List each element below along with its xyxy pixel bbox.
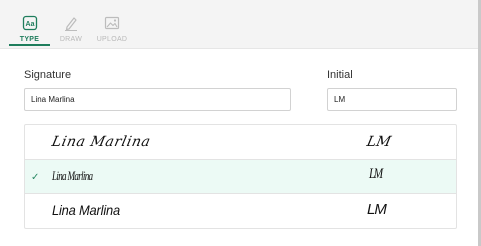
initial-preview: LM <box>369 166 383 182</box>
tab-upload-label: UPLOAD <box>96 36 128 43</box>
type-text-icon: Aa <box>22 15 38 31</box>
initial-preview: LM <box>365 134 393 150</box>
checkmark-icon: ✓ <box>31 172 40 183</box>
active-tab-indicator <box>9 44 50 46</box>
tab-type-label: TYPE <box>19 36 40 43</box>
initial-input[interactable] <box>327 88 457 111</box>
signature-preview: Lina Marlina <box>50 134 153 150</box>
initial-preview: LM <box>367 201 387 218</box>
signature-preview: Lina Marlina <box>52 168 93 183</box>
signature-mode-tabs: Aa TYPE DRAW UPLOAD <box>0 0 478 49</box>
tab-draw-label: DRAW <box>59 36 83 43</box>
pen-draw-icon <box>65 17 77 31</box>
signature-input[interactable] <box>24 88 291 111</box>
signature-label: Signature <box>24 69 72 81</box>
image-upload-icon <box>104 16 120 30</box>
initial-label: Initial <box>327 69 353 81</box>
signature-style-list: Lina Marlina LM ✓ Lina Marlina LM Lina M… <box>24 124 457 229</box>
signature-style-option-selected[interactable]: ✓ Lina Marlina LM <box>25 159 456 194</box>
tab-draw[interactable]: DRAW <box>56 0 86 49</box>
signature-dialog: Aa TYPE DRAW UPLOAD Signature Initial Li <box>0 0 481 246</box>
tab-type[interactable]: Aa TYPE <box>9 0 50 49</box>
signature-style-option[interactable]: Lina Marlina LM <box>25 125 456 159</box>
tab-upload[interactable]: UPLOAD <box>95 0 129 49</box>
signature-preview: Lina Marlina <box>52 202 120 218</box>
signature-style-option[interactable]: Lina Marlina LM <box>25 194 456 228</box>
svg-text:Aa: Aa <box>26 21 35 28</box>
